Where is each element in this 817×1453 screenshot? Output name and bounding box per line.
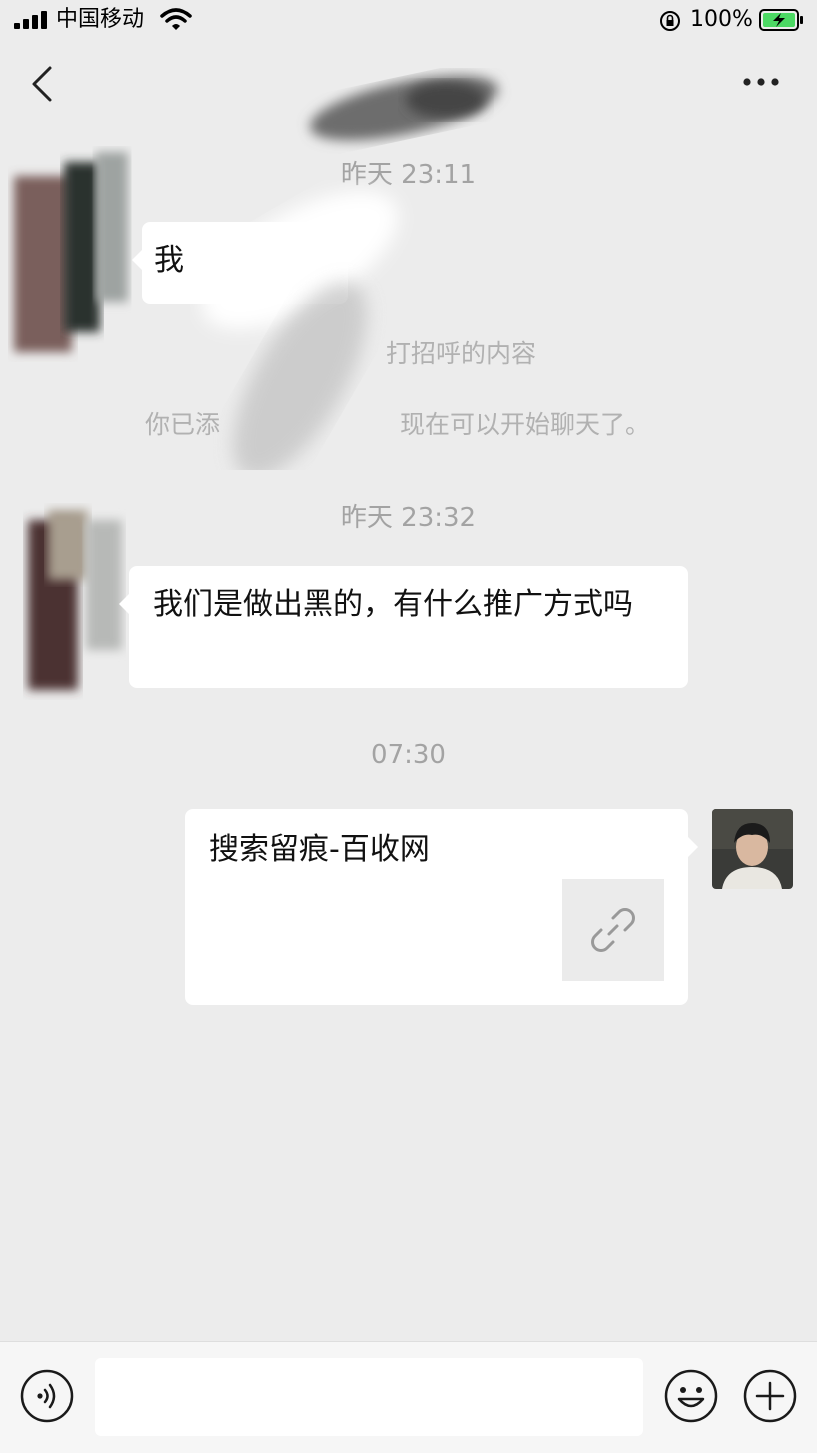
system-added-suffix: 现在可以开始聊天了。	[400, 410, 651, 439]
battery-charging-icon	[759, 9, 803, 31]
battery-percent: 100%	[690, 7, 753, 32]
link-card-bubble[interactable]: 搜索留痕-百收网	[185, 809, 698, 1005]
signal-icon	[14, 11, 48, 29]
redacted-avatar	[14, 152, 128, 352]
plus-circle-icon[interactable]	[743, 1369, 797, 1423]
message-text: 我们是做出黑的，有什么推广方式吗	[153, 587, 633, 622]
emoji-icon[interactable]	[664, 1369, 718, 1423]
link-card-title: 搜索留痕-百收网	[209, 832, 430, 867]
orientation-lock-icon	[660, 11, 680, 31]
status-bar: 中国移动 100%	[0, 0, 817, 42]
redacted-avatar	[28, 510, 122, 690]
chevron-left-icon[interactable]	[26, 60, 62, 108]
input-bar	[0, 1341, 817, 1453]
carrier-label: 中国移动	[56, 7, 145, 32]
message-text: 我	[154, 243, 184, 278]
link-thumbnail	[562, 879, 664, 981]
timestamp: 07:30	[371, 740, 446, 770]
redaction-smear	[201, 191, 399, 470]
message-input[interactable]	[95, 1358, 643, 1436]
redacted-title	[309, 75, 499, 141]
voice-icon[interactable]	[20, 1369, 74, 1423]
more-dots-icon[interactable]	[736, 64, 786, 100]
link-icon	[591, 908, 635, 952]
wifi-icon	[160, 8, 192, 30]
system-greeting-text: 打招呼的内容	[386, 339, 537, 368]
system-added-prefix: 你已添	[145, 410, 221, 439]
incoming-message-bubble[interactable]: 我们是做出黑的，有什么推广方式吗	[119, 566, 688, 688]
my-avatar[interactable]	[712, 809, 793, 889]
nav-bar	[0, 42, 817, 141]
